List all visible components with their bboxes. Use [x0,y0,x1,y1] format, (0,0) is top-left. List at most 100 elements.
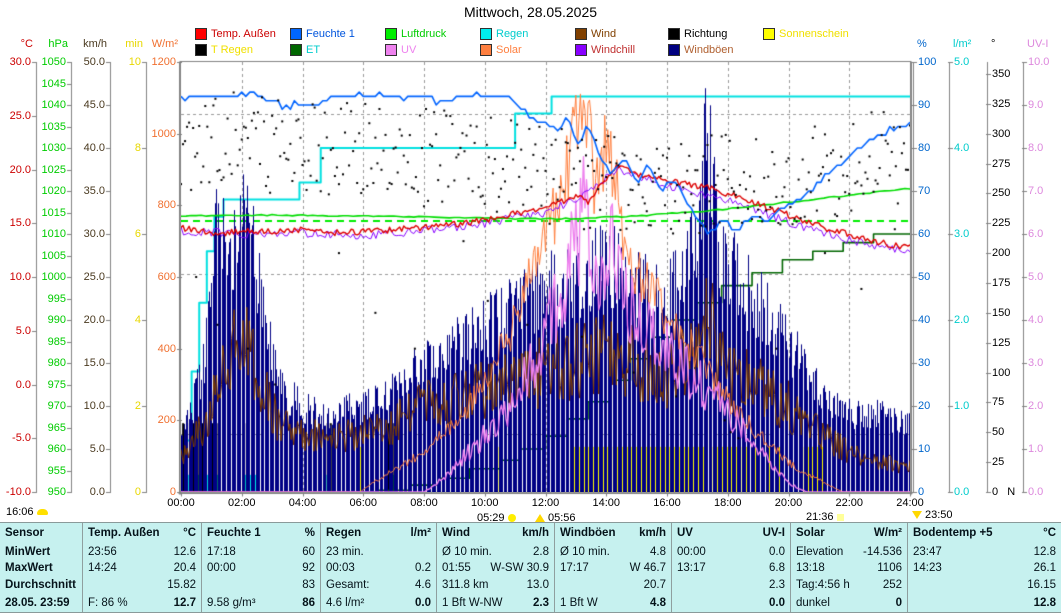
tick-label-direction: 175 [992,277,1010,289]
tick-label-pressure: 960 [26,443,66,455]
col-title: Regen [326,527,361,539]
table-row-header: Sensor [5,523,77,544]
cell-left: 23 min. [326,546,364,558]
tick-label-solar: 1000 [136,128,176,140]
tick-label-pressure: 1040 [26,99,66,111]
col-unit: W/m² [874,527,902,539]
legend-label: Regen [496,28,528,40]
tick-label-rain: 1.0 [954,400,969,412]
tick-label-sunshine: 6 [101,228,141,240]
table-row-header: 28.05. 23:59 [5,593,77,612]
dusk-time: 23:50 [925,509,953,521]
table-cell-row: 23:4712.8 [913,544,1056,561]
moonrise-annotation: 16:06 [6,506,48,518]
cell-value: 2.3 [769,579,785,591]
tick-label-uv: 1.0 [1028,443,1043,455]
tick-label-direction: 75 [992,396,1004,408]
cell-value: 4.6 [415,579,431,591]
tick-label-rain: 3.0 [954,228,969,240]
cell-value: 83 [302,579,315,591]
x-tick-label: 10:00 [463,497,507,509]
table-cell-row: 1 Bft W4.8 [560,593,666,612]
row-header-label: MinWert [5,546,50,558]
legend-swatch [480,28,492,40]
table-cell-row: Elevation-14.536 [796,544,902,561]
tick-label-windspeed: 0.0 [65,486,105,498]
tick-label-pressure: 990 [26,314,66,326]
cell-left: 1 Bft W [560,597,598,609]
cell-value: 16.15 [1027,579,1056,591]
legend-item-windb-en: Windböen [668,44,734,56]
table-col-header: Bodentemp +5°C [913,523,1056,544]
table-col-header: Regenl/m² [326,523,431,544]
legend-label: UV [401,44,416,56]
cell-left: 01:55 [442,562,471,574]
tick-label-windspeed: 35.0 [65,185,105,197]
cell-value: 15.82 [167,579,196,591]
tick-label-direction: 150 [992,307,1010,319]
cell-value: 26.1 [1034,562,1056,574]
table-cell-row: 16.15 [913,577,1056,594]
cell-value: 2.8 [533,546,549,558]
cell-value: 20.7 [644,579,666,591]
x-tick-label: 16:00 [645,497,689,509]
cell-value: 4.8 [650,546,666,558]
tick-label-pressure: 975 [26,379,66,391]
col-title: Solar [796,527,825,539]
cell-value: 12.8 [1034,597,1056,609]
x-tick-label: 04:00 [281,497,325,509]
table-cell-row: 13:176.8 [677,560,785,577]
tick-label-humidity: 10 [918,443,930,455]
tick-label-pressure: 1015 [26,207,66,219]
cell-value: 60 [302,546,315,558]
table-cell-row: 17:17W 46.7 [560,560,666,577]
tick-label-sunshine: 4 [101,314,141,326]
tick-label-direction: 25 [992,456,1004,468]
table-col-header: Windböenkm/h [560,523,666,544]
table-cell-row: Gesamt: 4.6 [326,577,431,594]
col-title: Windböen [560,527,615,539]
cell-left: Ø 10 min. [560,546,610,558]
tick-label-direction: 275 [992,158,1010,170]
table-cell-row: 0.0 [677,593,785,612]
moonrise-time: 16:06 [6,506,34,518]
legend-swatch [195,44,207,56]
moon-icon [37,509,48,515]
col-unit: km/h [522,527,549,539]
tick-label-pressure: 970 [26,400,66,412]
tick-label-sunshine: 2 [101,400,141,412]
tick-label-humidity: 60 [918,228,930,240]
tick-label-pressure: 965 [26,422,66,434]
tick-label-solar: 1200 [136,56,176,68]
axis-unit-pressure: hPa [26,38,68,50]
table-cell-row: 00:000.0 [677,544,785,561]
tick-label-pressure: 1025 [26,164,66,176]
tick-label-windspeed: 45.0 [65,99,105,111]
sunset-icon [837,514,844,521]
tick-label-windspeed: 30.0 [65,228,105,240]
tick-label-uv: 5.0 [1028,271,1043,283]
page-title: Mittwoch, 28.05.2025 [0,4,1061,20]
table-cell-row: 23:5612.6 [88,544,196,561]
table-cell-row: Tag:4:56 h252 [796,577,902,594]
cell-value: 0.2 [415,562,431,574]
legend-item-uv: UV [385,44,416,56]
tick-label-uv: 2.0 [1028,400,1043,412]
table-col-header: Windkm/h [442,523,549,544]
cell-value: 1106 [877,562,902,574]
cell-left: Gesamt: [326,579,369,591]
cell-left: 13:18 [796,562,825,574]
tick-label-humidity: 40 [918,314,930,326]
legend-swatch [575,44,587,56]
axis-unit-uv: UV-I [1027,38,1048,50]
tick-label-uv: 9.0 [1028,99,1043,111]
legend-swatch [290,28,302,40]
table-cell-row: 2.3 [677,577,785,594]
cell-left: 9.58 g/m³ [207,597,256,609]
cell-value: 12.8 [1034,546,1056,558]
col-unit: °C [183,527,196,539]
cell-value: W 46.7 [630,562,666,574]
x-tick-label: 00:00 [159,497,203,509]
tick-label-direction: 50 [992,426,1004,438]
legend-item-t-regen: T Regen [195,44,253,56]
